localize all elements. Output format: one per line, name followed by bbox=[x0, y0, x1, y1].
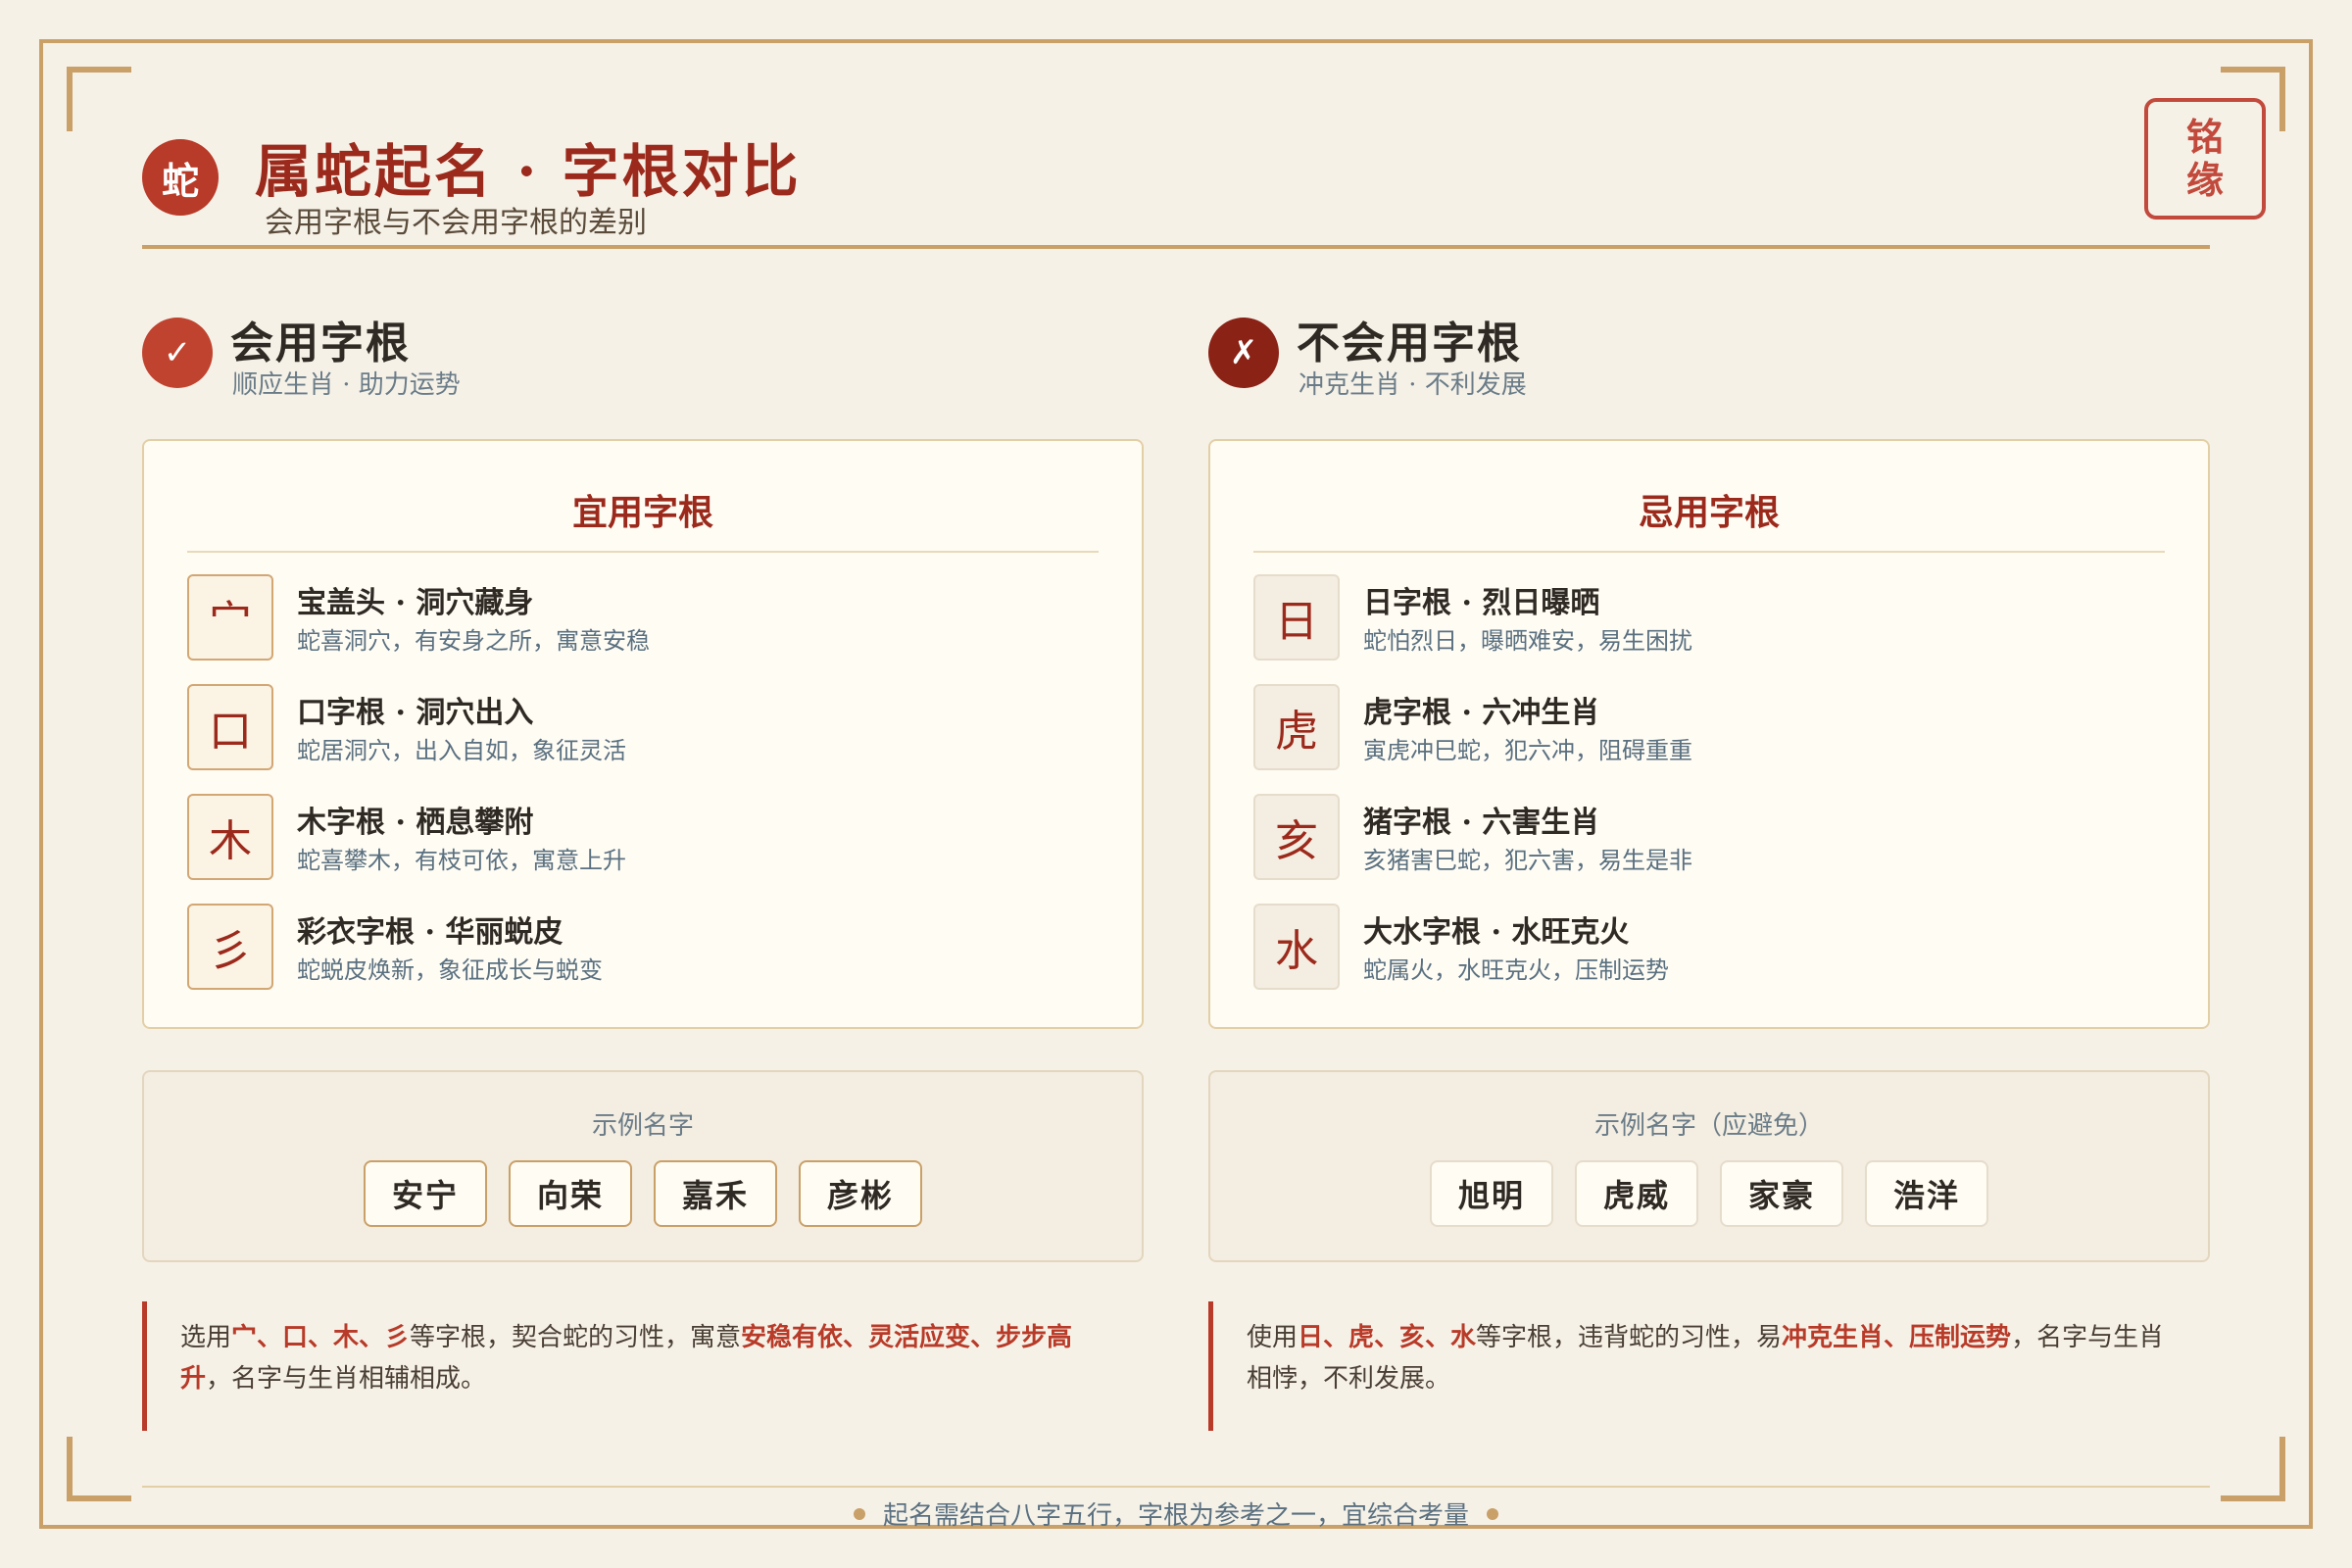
bad-card-title: 忌用字根 bbox=[1253, 484, 2165, 553]
bad-example-names: 示例名字（应避免） 旭明 虎威 家豪 浩洋 bbox=[1208, 1070, 2210, 1262]
radical-desc: 亥猪害巳蛇，犯六害，易生是非 bbox=[1363, 847, 1692, 874]
radical-glyph: 虎 bbox=[1253, 684, 1340, 770]
note-highlight: 日、虎、亥、水 bbox=[1298, 1323, 1477, 1352]
example-name-chip: 嘉禾 bbox=[654, 1160, 777, 1227]
radical-desc: 蛇喜攀木，有枝可依，寓意上升 bbox=[297, 847, 626, 874]
note-text: 等字根，违背蛇的习性，易 bbox=[1476, 1323, 1783, 1352]
radical-glyph: 水 bbox=[1253, 904, 1340, 990]
radical-desc: 蛇怕烈日，曝晒难安，易生困扰 bbox=[1363, 627, 1692, 655]
radical-desc: 蛇蜕皮焕新，象征成长与蜕变 bbox=[297, 956, 603, 984]
radical-title: 木字根 · 栖息攀附 bbox=[297, 806, 534, 840]
list-item: 彡 彩衣字根 · 华丽蜕皮 蛇蜕皮焕新，象征成长与蜕变 bbox=[187, 904, 1108, 990]
example-name-chip: 向荣 bbox=[509, 1160, 632, 1227]
example-label: 示例名字 bbox=[591, 1111, 694, 1141]
corner-ornament-bottom-right bbox=[2221, 1437, 2285, 1501]
note-text: 使用 bbox=[1247, 1323, 1298, 1352]
radical-glyph: 口 bbox=[187, 684, 273, 770]
list-item: 虎 虎字根 · 六冲生肖 寅虎冲巳蛇，犯六冲，阻碍重重 bbox=[1253, 684, 2175, 770]
list-item: 宀 宝盖头 · 洞穴藏身 蛇喜洞穴，有安身之所，寓意安稳 bbox=[187, 574, 1108, 661]
good-radicals-column: ✓ 会用字根 顺应生肖 · 助力运势 宜用字根 宀 宝盖头 · 洞穴藏身 蛇喜洞… bbox=[142, 314, 1144, 1431]
good-radicals-card: 宜用字根 宀 宝盖头 · 洞穴藏身 蛇喜洞穴，有安身之所，寓意安稳 口 口字根 … bbox=[142, 439, 1144, 1029]
page-subtitle: 会用字根与不会用字根的差别 bbox=[265, 206, 647, 240]
dot-ornament-icon bbox=[1487, 1507, 1498, 1520]
radical-title: 口字根 · 洞穴出入 bbox=[297, 696, 534, 730]
radical-glyph: 日 bbox=[1253, 574, 1340, 661]
example-chips: 安宁 向荣 嘉禾 彦彬 bbox=[144, 1160, 1142, 1227]
corner-ornament-bottom-left bbox=[67, 1437, 131, 1501]
example-name-chip: 安宁 bbox=[364, 1160, 487, 1227]
bad-radicals-card: 忌用字根 日 日字根 · 烈日曝晒 蛇怕烈日，曝晒难安，易生困扰 虎 虎字根 ·… bbox=[1208, 439, 2210, 1029]
corner-ornament-top-left bbox=[67, 67, 131, 131]
radical-title: 日字根 · 烈日曝晒 bbox=[1363, 586, 1600, 620]
good-section-header: ✓ 会用字根 顺应生肖 · 助力运势 bbox=[142, 314, 1144, 421]
page-header: 蛇 属蛇起名 · 字根对比 会用字根与不会用字根的差别 bbox=[142, 125, 2210, 249]
list-item: 日 日字根 · 烈日曝晒 蛇怕烈日，曝晒难安，易生困扰 bbox=[1253, 574, 2175, 661]
radical-title: 彩衣字根 · 华丽蜕皮 bbox=[297, 915, 564, 950]
footer-divider bbox=[142, 1486, 2210, 1488]
good-section-subtitle: 顺应生肖 · 助力运势 bbox=[232, 370, 461, 400]
list-item: 亥 猪字根 · 六害生肖 亥猪害巳蛇，犯六害，易生是非 bbox=[1253, 794, 2175, 880]
bad-section-header: ✗ 不会用字根 冲克生肖 · 不利发展 bbox=[1208, 314, 2210, 421]
list-item: 木 木字根 · 栖息攀附 蛇喜攀木，有枝可依，寓意上升 bbox=[187, 794, 1108, 880]
dot-ornament-icon bbox=[853, 1507, 865, 1520]
example-name-chip: 旭明 bbox=[1430, 1160, 1553, 1227]
radical-title: 虎字根 · 六冲生肖 bbox=[1363, 696, 1600, 730]
radical-glyph: 亥 bbox=[1253, 794, 1340, 880]
list-item: 口 口字根 · 洞穴出入 蛇居洞穴，出入自如，象征灵活 bbox=[187, 684, 1108, 770]
page-title: 属蛇起名 · 字根对比 bbox=[255, 138, 802, 205]
footer-text: 起名需结合八字五行，字根为参考之一，宜综合考量 bbox=[882, 1501, 1469, 1531]
note-text: 选用 bbox=[180, 1323, 232, 1352]
note-highlight: 冲克生肖、压制运势 bbox=[1782, 1323, 2012, 1352]
radical-desc: 蛇居洞穴，出入自如，象征灵活 bbox=[297, 737, 626, 764]
bad-summary-note: 使用日、虎、亥、水等字根，违背蛇的习性，易冲克生肖、压制运势，名字与生肖相悖，不… bbox=[1208, 1301, 2210, 1431]
good-card-title: 宜用字根 bbox=[187, 484, 1099, 553]
example-name-chip: 虎威 bbox=[1575, 1160, 1698, 1227]
radical-desc: 蛇属火，水旺克火，压制运势 bbox=[1363, 956, 1669, 984]
snake-badge-icon: 蛇 bbox=[142, 139, 219, 216]
radical-title: 大水字根 · 水旺克火 bbox=[1363, 915, 1630, 950]
brand-seal: 铭缘 bbox=[2144, 98, 2266, 220]
example-label: 示例名字（应避免） bbox=[1593, 1111, 1824, 1141]
example-name-chip: 家豪 bbox=[1720, 1160, 1843, 1227]
good-summary-note: 选用宀、口、木、彡等字根，契合蛇的习性，寓意安稳有依、灵活应变、步步高升，名字与… bbox=[142, 1301, 1144, 1431]
bad-section-subtitle: 冲克生肖 · 不利发展 bbox=[1298, 370, 1527, 400]
radical-desc: 蛇喜洞穴，有安身之所，寓意安稳 bbox=[297, 627, 650, 655]
radical-glyph: 宀 bbox=[187, 574, 273, 661]
note-text: ，名字与生肖相辅相成。 bbox=[206, 1364, 487, 1394]
list-item: 水 大水字根 · 水旺克火 蛇属火，水旺克火，压制运势 bbox=[1253, 904, 2175, 990]
note-text: 等字根，契合蛇的习性，寓意 bbox=[410, 1323, 742, 1352]
footer: 起名需结合八字五行，字根为参考之一，宜综合考量 bbox=[0, 1495, 2352, 1532]
example-chips: 旭明 虎威 家豪 浩洋 bbox=[1210, 1160, 2208, 1227]
good-section-title: 会用字根 bbox=[230, 318, 411, 368]
cross-icon: ✗ bbox=[1208, 318, 1279, 388]
radical-glyph: 彡 bbox=[187, 904, 273, 990]
good-example-names: 示例名字 安宁 向荣 嘉禾 彦彬 bbox=[142, 1070, 1144, 1262]
radical-title: 猪字根 · 六害生肖 bbox=[1363, 806, 1600, 840]
radical-glyph: 木 bbox=[187, 794, 273, 880]
radical-title: 宝盖头 · 洞穴藏身 bbox=[297, 586, 534, 620]
example-name-chip: 浩洋 bbox=[1865, 1160, 1988, 1227]
note-highlight: 宀、口、木、彡 bbox=[231, 1323, 411, 1352]
example-name-chip: 彦彬 bbox=[799, 1160, 922, 1227]
check-icon: ✓ bbox=[142, 318, 213, 388]
bad-radicals-column: ✗ 不会用字根 冲克生肖 · 不利发展 忌用字根 日 日字根 · 烈日曝晒 蛇怕… bbox=[1208, 314, 2210, 1431]
seal-text: 铭缘 bbox=[2185, 115, 2224, 202]
bad-section-title: 不会用字根 bbox=[1297, 318, 1522, 368]
radical-desc: 寅虎冲巳蛇，犯六冲，阻碍重重 bbox=[1363, 737, 1692, 764]
